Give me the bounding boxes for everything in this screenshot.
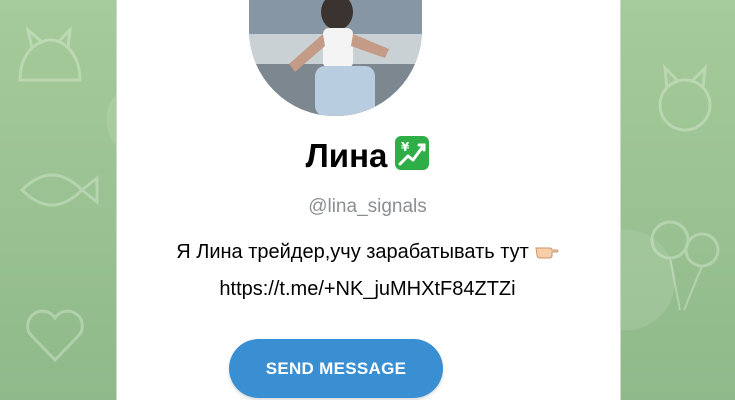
heart-doodle-icon bbox=[26, 309, 84, 363]
cat-doodle-icon bbox=[658, 63, 712, 132]
cat-doodle-icon bbox=[18, 25, 82, 82]
chart-yen-icon: ¥ bbox=[395, 136, 430, 170]
bio-text: Я Лина трейдер,учу зарабатывать тут bbox=[176, 241, 529, 263]
profile-bio: Я Лина трейдер,учу зарабатывать тут http… bbox=[0, 234, 735, 307]
svg-text:¥: ¥ bbox=[401, 140, 410, 154]
send-message-button[interactable]: SEND MESSAGE bbox=[229, 339, 443, 398]
bio-link[interactable]: https://t.me/+NK_juMHXtF84ZTZi bbox=[219, 278, 515, 300]
profile-username: @lina_signals bbox=[308, 196, 427, 217]
profile-name: Лина bbox=[305, 137, 388, 174]
profile-name-row: Лина ¥ bbox=[0, 136, 735, 175]
pointing-finger-icon bbox=[535, 235, 559, 271]
